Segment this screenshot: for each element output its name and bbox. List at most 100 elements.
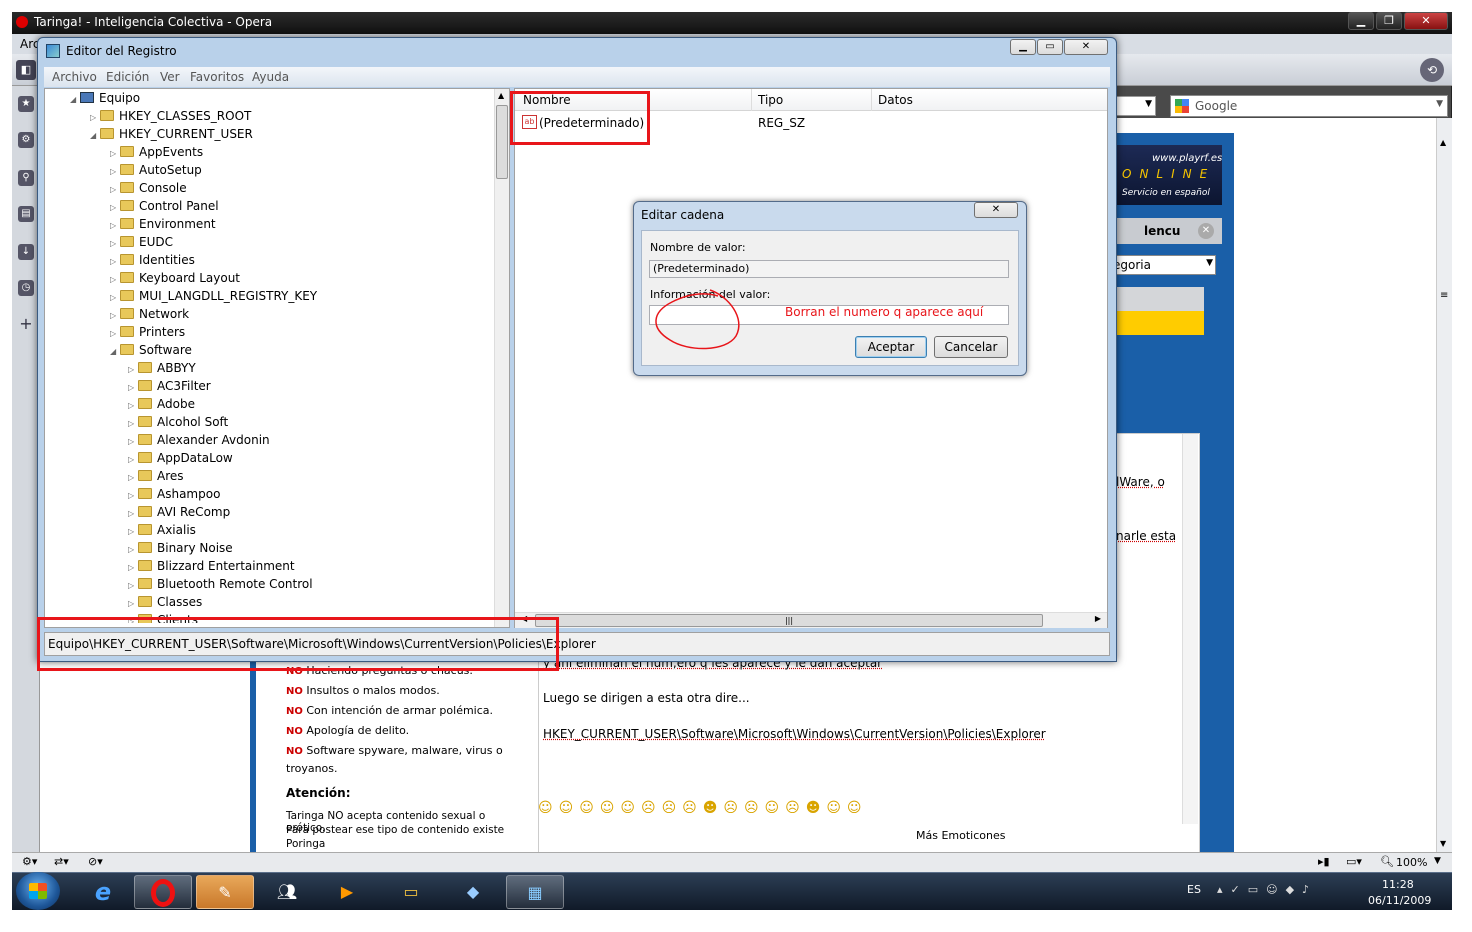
tree-node[interactable]: ▷ Environment xyxy=(110,215,216,233)
rule-item: NO Apología de delito. xyxy=(286,724,410,737)
tree-node[interactable]: ▷ Axialis xyxy=(128,521,196,539)
minimize-button[interactable]: ▁ xyxy=(1348,12,1374,30)
language-indicator[interactable]: ES xyxy=(1187,883,1201,896)
section-header xyxy=(1110,287,1204,311)
tree-node[interactable]: ▷ MUI_LANGDLL_REGISTRY_KEY xyxy=(110,287,317,305)
expander-icon[interactable]: ◢ xyxy=(90,127,100,145)
downloads-icon[interactable]: ↓ xyxy=(18,244,34,260)
chevron-down-icon[interactable]: ▼ xyxy=(1434,856,1441,866)
chevron-down-icon[interactable]: ▼ xyxy=(1436,99,1443,109)
editor-scrollbar[interactable] xyxy=(1182,434,1198,824)
more-emoticons-link[interactable]: Más Emoticones xyxy=(916,829,1005,842)
page-icon[interactable]: ▭▾ xyxy=(1346,855,1362,868)
tree-node[interactable]: ◢ Software xyxy=(110,341,192,359)
regedit-taskbar-icon[interactable]: ▦ xyxy=(506,875,564,909)
column-datos[interactable]: Datos xyxy=(878,93,913,107)
messenger-icon[interactable]: 👥︎ xyxy=(258,875,316,909)
tree-node[interactable]: ▷ Ashampoo xyxy=(128,485,220,503)
tree-node[interactable]: ▷ Identities xyxy=(110,251,195,269)
dialog-close-button[interactable]: ✕ xyxy=(974,202,1018,218)
emoticon-icon[interactable]: ☺☺☺☺☺☹☹☹☻☹☹☺☹☻☺☺ xyxy=(538,800,868,816)
close-icon[interactable]: ✕ xyxy=(1198,223,1214,239)
tree-node[interactable]: ▷ AutoSetup xyxy=(110,161,202,179)
zoom-level[interactable]: 100% xyxy=(1396,856,1427,869)
clock-time[interactable]: 11:28 xyxy=(1382,878,1414,891)
opera-taskbar-icon[interactable] xyxy=(134,875,192,909)
cancel-button[interactable]: Cancelar xyxy=(934,336,1008,358)
notes-icon[interactable]: ▤ xyxy=(18,206,34,222)
tree-scrollbar[interactable]: ▲ xyxy=(494,89,509,627)
clock-icon[interactable]: ◷ xyxy=(18,280,34,296)
widgets-icon[interactable]: ⚙ xyxy=(18,132,34,148)
tree-node-label: Blizzard Entertainment xyxy=(157,559,295,573)
tree-node[interactable]: ▷ Network xyxy=(110,305,189,323)
page-scrollbar[interactable]: ▲ ≡ ▼ xyxy=(1436,118,1452,852)
tree-node[interactable]: ▷ Binary Noise xyxy=(128,539,233,557)
clock-date[interactable]: 06/11/2009 xyxy=(1368,894,1431,907)
tree-node[interactable]: ▷ Control Panel xyxy=(110,197,219,215)
close-button[interactable]: ✕ xyxy=(1404,12,1448,30)
value-name-field[interactable]: (Predeterminado) xyxy=(649,260,1009,278)
ad-banner[interactable]: www.playrf.es ONLINE Servicio en español xyxy=(1110,145,1222,205)
accept-button[interactable]: Aceptar xyxy=(855,336,927,358)
tree-node[interactable]: ▷ Alcohol Soft xyxy=(128,413,228,431)
tree-node[interactable]: ▷ Blizzard Entertainment xyxy=(128,557,295,575)
tree-node-label: Adobe xyxy=(157,397,195,411)
links-icon[interactable]: ⚲ xyxy=(18,170,34,186)
app-taskbar-icon[interactable]: ✎ xyxy=(196,875,254,909)
values-hscrollbar[interactable]: ◀ ||| ▶ xyxy=(515,612,1107,628)
tree-node[interactable]: ▷ HKEY_CLASSES_ROOT xyxy=(90,107,251,125)
panel-toggle-icon[interactable]: ◧ xyxy=(16,60,36,80)
notepad-icon[interactable]: ◆ xyxy=(444,875,502,909)
tree-node[interactable]: ▷ Classes xyxy=(128,593,202,611)
scrollbar-thumb[interactable]: ||| xyxy=(535,614,1043,627)
reg-minimize-button[interactable]: ▁ xyxy=(1010,39,1036,55)
network-icon[interactable]: ⇄▾ xyxy=(54,855,69,868)
tree-node[interactable]: ▷ AVI ReComp xyxy=(128,503,230,521)
tree-node[interactable]: ▷ Adobe xyxy=(128,395,195,413)
start-button[interactable] xyxy=(16,872,60,910)
bookmarks-icon[interactable]: ★ xyxy=(18,96,34,112)
tools-icon[interactable]: ⚙▾ xyxy=(22,855,37,868)
expander-icon[interactable]: ◢ xyxy=(70,91,80,109)
rule-item: troyanos. xyxy=(286,762,338,775)
security-icon[interactable]: ⊘▾ xyxy=(88,855,103,868)
tree-node[interactable]: ◢ HKEY_CURRENT_USER xyxy=(90,125,253,143)
ie-icon[interactable]: e xyxy=(74,875,132,909)
tree-node[interactable]: ▷ Ares xyxy=(128,467,184,485)
tree-node[interactable]: ▷ Alexander Avdonin xyxy=(128,431,270,449)
folder-icon xyxy=(120,344,134,355)
search-input[interactable]: Google ▼ xyxy=(1170,95,1448,117)
menu-ayuda[interactable]: Ayuda xyxy=(252,70,289,84)
maximize-button[interactable]: ❐ xyxy=(1376,12,1402,30)
tree-node[interactable]: ▷ Console xyxy=(110,179,187,197)
tree-node[interactable]: ▷ AppEvents xyxy=(110,143,203,161)
menu-edicion[interactable]: Edición xyxy=(106,70,149,84)
tray-icons[interactable]: ▴✓▭☺◆♪ xyxy=(1217,883,1317,896)
column-tipo[interactable]: Tipo xyxy=(758,93,783,107)
tree-node[interactable]: ▷ AC3Filter xyxy=(128,377,211,395)
media-player-icon[interactable]: ▶ xyxy=(318,875,376,909)
menu-favoritos[interactable]: Favoritos xyxy=(190,70,244,84)
tree-node[interactable]: ▷ EUDC xyxy=(110,233,173,251)
category-select[interactable]: egoria ▼ xyxy=(1110,255,1216,275)
tree-node[interactable]: ◢ Equipo xyxy=(70,89,140,107)
address-bar-dropdown[interactable]: ▼ xyxy=(1116,96,1156,116)
expander-icon[interactable]: ◢ xyxy=(110,343,120,361)
tree-node[interactable]: ▷ Printers xyxy=(110,323,185,341)
tree-node[interactable]: ▷ Bluetooth Remote Control xyxy=(128,575,313,593)
reg-close-button[interactable]: ✕ xyxy=(1064,39,1108,55)
add-panel-icon[interactable]: + xyxy=(18,316,34,332)
folder-icon xyxy=(138,362,152,373)
explorer-icon[interactable]: ▭ xyxy=(382,875,440,909)
menu-archivo[interactable]: Archivo xyxy=(52,70,97,84)
tree-node[interactable]: ▷ Keyboard Layout xyxy=(110,269,240,287)
reg-maximize-button[interactable]: ▭ xyxy=(1037,39,1063,55)
view-icon[interactable]: ▸▮ xyxy=(1318,855,1330,868)
tree-node[interactable]: ▷ AppDataLow xyxy=(128,449,233,467)
scrollbar-thumb[interactable] xyxy=(496,105,508,179)
history-icon[interactable]: ⟲ xyxy=(1420,58,1444,82)
username[interactable]: lencu xyxy=(1144,224,1180,238)
tree-node[interactable]: ▷ ABBYY xyxy=(128,359,196,377)
menu-ver[interactable]: Ver xyxy=(160,70,180,84)
